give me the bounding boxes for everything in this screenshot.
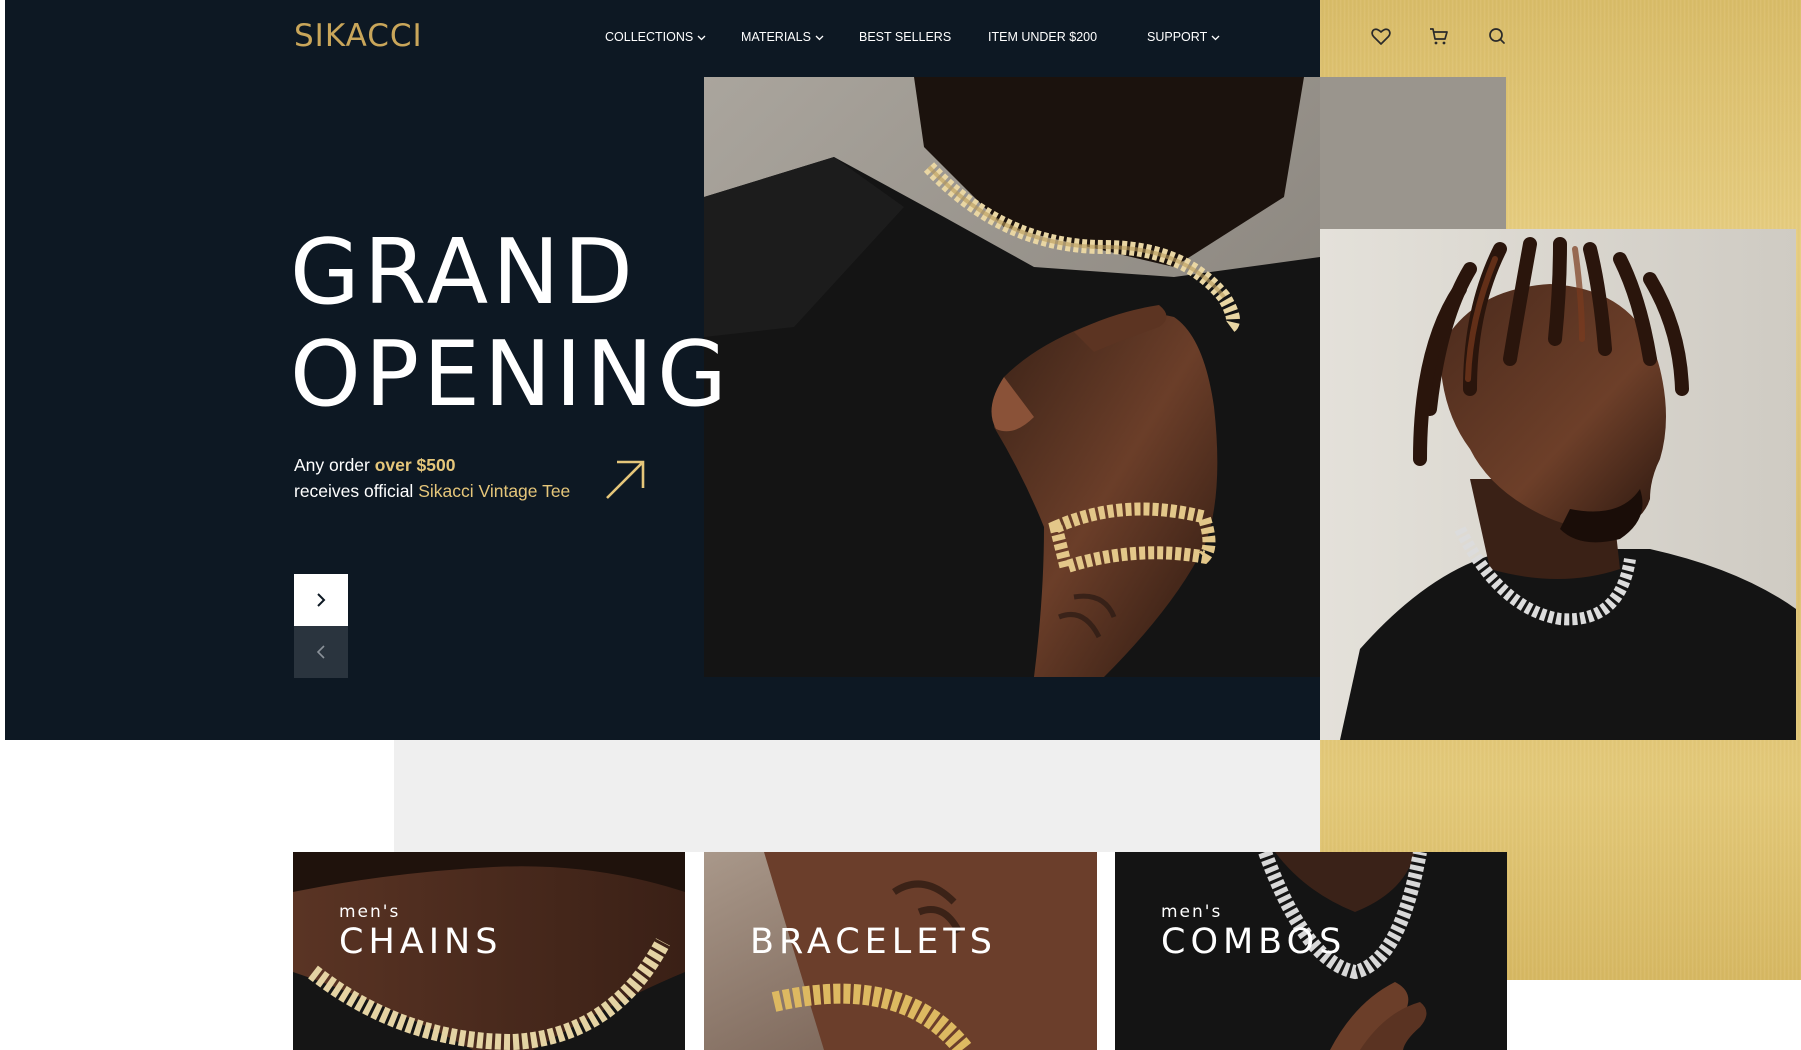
category-card-bracelets[interactable]: BRACELETS [704,852,1097,1050]
chevron-left-icon [294,644,348,660]
promo-line2-highlight: Sikacci Vintage Tee [418,481,571,501]
chevron-down-icon [815,35,824,41]
nav-item-collections[interactable]: COLLECTIONS [605,26,706,48]
category-title: COMBOS [1161,922,1347,962]
category-subtitle: men's [1161,902,1223,922]
nav-item-label: MATERIALS [741,30,811,44]
nav-item-label: COLLECTIONS [605,30,694,44]
promo-highlight: over $500 [374,455,456,475]
section-divider-band [394,740,1320,852]
search-icon[interactable] [1485,24,1509,48]
nav-item-label: SUPPORT [1147,30,1208,44]
hero-photo-wall-strip [1320,77,1506,229]
category-title: BRACELETS [750,922,998,962]
hero-photo-chain-bracelet [704,77,1320,677]
category-title: CHAINS [339,922,503,962]
category-subtitle: men's [339,902,401,922]
promo-prefix: Any order [294,455,375,475]
nav-item-under-200[interactable]: ITEM UNDER $200 [988,26,1097,48]
hero-headline-line2: OPENING [290,322,731,427]
nav-item-label: ITEM UNDER $200 [988,30,1098,44]
arrow-up-right-icon[interactable] [603,458,647,502]
slider-next-button[interactable] [294,574,348,626]
nav-item-materials[interactable]: MATERIALS [741,26,824,48]
hero-photo-portrait [1320,229,1796,740]
promo-line2-prefix: receives official [294,481,419,501]
hero-headline: GRAND OPENING [290,222,770,426]
brand-logo[interactable]: SIKACCI [294,17,423,55]
category-card-chains[interactable]: men's CHAINS [293,852,685,1050]
chevron-right-icon [294,592,348,608]
category-card-combos[interactable]: men's COMBOS [1115,852,1507,1050]
chevron-down-icon [697,35,706,41]
chevron-down-icon [1211,35,1220,41]
cart-icon[interactable] [1427,24,1451,48]
nav-item-label: BEST SELLERS [859,30,952,44]
hero-headline-line1: GRAND [290,220,637,325]
heart-icon[interactable] [1369,24,1393,48]
nav-item-support[interactable]: SUPPORT [1147,26,1220,48]
promo-text: Any order over $500 receives official Si… [294,452,570,504]
slider-prev-button[interactable] [294,626,348,678]
nav-item-best-sellers[interactable]: BEST SELLERS [859,26,951,48]
